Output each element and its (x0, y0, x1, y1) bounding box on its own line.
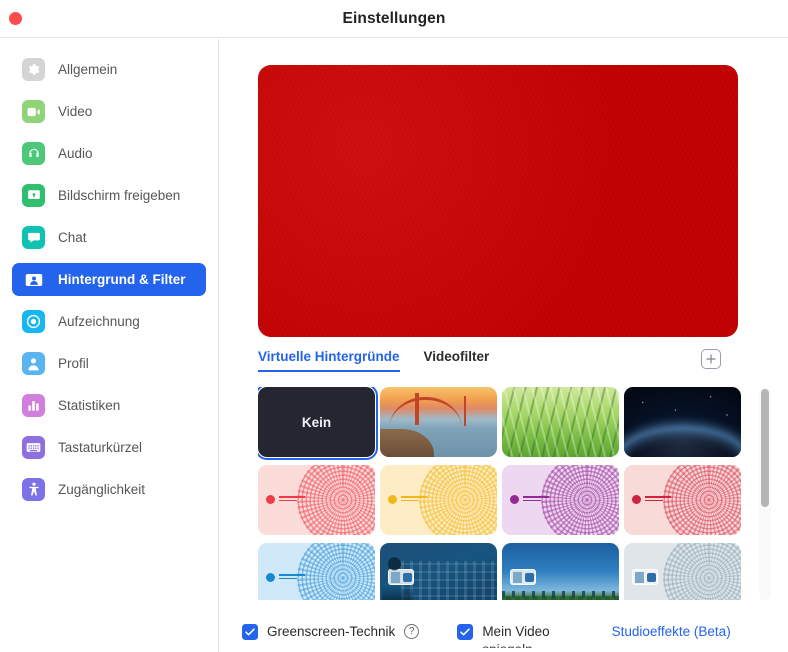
institution-wordmark (279, 496, 305, 503)
check-icon (245, 627, 255, 635)
sidebar-item-label: Video (58, 104, 93, 119)
university-seal-graphic (663, 543, 741, 600)
sidebar-item-aufzeichnung[interactable]: Aufzeichnung (12, 305, 206, 338)
institution-wordmark (279, 574, 305, 581)
institution-logo-icon (266, 573, 275, 582)
background-thumb-campus-building-blue[interactable] (380, 543, 497, 600)
my-video-sublabel: spiegeln (482, 642, 532, 648)
page-title: Einstellungen (342, 10, 446, 27)
sidebar-item-audio[interactable]: Audio (12, 137, 206, 170)
background-thumb-university-seal-gold[interactable] (380, 465, 497, 535)
greenscreen-option: Greenscreen-Technik ? (242, 623, 420, 640)
background-grid: Kein (258, 387, 753, 600)
sidebar-item-label: Chat (58, 230, 87, 245)
sidebar-item-label: Hintergrund & Filter (58, 272, 186, 287)
institution-logo-icon (510, 495, 519, 504)
institution-badge-icon (632, 569, 658, 585)
sidebar-item-label: Bildschirm freigeben (58, 188, 181, 203)
sidebar-item-label: Aufzeichnung (58, 314, 140, 329)
preview-grain (258, 65, 738, 337)
university-seal-graphic (541, 465, 619, 535)
university-seal-graphic (297, 465, 375, 535)
person-icon (22, 352, 45, 375)
help-icon[interactable]: ? (404, 624, 420, 639)
gear-icon (22, 58, 45, 81)
institution-logo-icon (266, 495, 275, 504)
tab-virtuelle-hintergruende[interactable]: Virtuelle Hintergründe (258, 349, 400, 372)
background-thumb-none[interactable]: Kein (258, 387, 378, 460)
background-person-icon (22, 268, 45, 291)
bar-chart-icon (22, 394, 45, 417)
bridge-landmass (380, 429, 434, 457)
sidebar-item-chat[interactable]: Chat (12, 221, 206, 254)
share-screen-icon (22, 184, 45, 207)
background-thumb-grass-dew[interactable] (502, 387, 619, 457)
background-thumb-university-seal-lightblue[interactable] (258, 543, 375, 600)
video-preview (258, 65, 738, 337)
sidebar-item-allgemein[interactable]: Allgemein (12, 53, 206, 86)
institution-badge-icon (510, 569, 536, 585)
background-tabs: Virtuelle Hintergründe Videofilter (258, 349, 750, 377)
background-options-footer: Greenscreen-Technik ? Mein Video spiegel… (220, 611, 788, 652)
background-grid-viewport: Kein (258, 387, 753, 600)
institution-wordmark (523, 496, 549, 503)
add-background-button[interactable] (701, 349, 721, 369)
university-seal-graphic (297, 543, 375, 600)
background-thumb-university-seal-red[interactable] (258, 465, 375, 535)
background-thumb-university-seal-grey[interactable] (624, 543, 741, 600)
sidebar-item-bildschirm-freigeben[interactable]: Bildschirm freigeben (12, 179, 206, 212)
studio-effects-link[interactable]: Studioeffekte (Beta) (612, 624, 731, 639)
greenscreen-label: Greenscreen-Technik (267, 624, 396, 639)
sidebar-item-label: Allgemein (58, 62, 118, 77)
settings-sidebar: Allgemein Video Audio Bildschirm freigeb… (0, 39, 219, 652)
university-seal-graphic (663, 465, 741, 535)
institution-wordmark (645, 496, 671, 503)
plus-icon (706, 354, 716, 364)
my-video-option: Mein Video spiegeln (457, 623, 550, 648)
sidebar-item-label: Tastaturkürzel (58, 440, 143, 455)
tab-videofilter[interactable]: Videofilter (424, 349, 490, 370)
sidebar-item-label: Profil (58, 356, 89, 371)
sidebar-item-tastaturkuerzel[interactable]: Tastaturkürzel (12, 431, 206, 464)
video-icon (22, 100, 45, 123)
my-video-checkbox[interactable] (457, 623, 474, 640)
greenscreen-checkbox[interactable] (242, 623, 258, 640)
keyboard-icon (22, 436, 45, 459)
sidebar-item-profil[interactable]: Profil (12, 347, 206, 380)
sidebar-item-label: Zugänglichkeit (58, 482, 146, 497)
background-thumb-city-skyline-blue[interactable] (502, 543, 619, 600)
accessibility-icon (22, 478, 45, 501)
institution-logo-icon (388, 495, 397, 504)
sidebar-item-hintergrund-filter[interactable]: Hintergrund & Filter (12, 263, 206, 296)
background-thumb-golden-gate-bridge[interactable] (380, 387, 497, 457)
my-video-label: Mein Video (482, 624, 550, 639)
record-icon (22, 310, 45, 333)
check-icon (460, 627, 471, 635)
institution-wordmark (401, 496, 427, 503)
window-titlebar: Einstellungen (0, 0, 788, 38)
background-thumb-university-seal-purple[interactable] (502, 465, 619, 535)
background-thumb-label: Kein (301, 414, 332, 430)
sidebar-item-label: Statistiken (58, 398, 121, 413)
institution-badge-icon (388, 569, 414, 585)
chat-bubble-icon (22, 226, 45, 249)
university-seal-graphic (419, 465, 497, 535)
headphones-icon (22, 142, 45, 165)
sidebar-item-statistiken[interactable]: Statistiken (12, 389, 206, 422)
sidebar-item-video[interactable]: Video (12, 95, 206, 128)
sidebar-item-label: Audio (58, 146, 93, 161)
background-thumb-university-seal-crimson[interactable] (624, 465, 741, 535)
settings-main-panel: Virtuelle Hintergründe Videofilter Kein (220, 39, 788, 652)
sidebar-item-zugaenglichkeit[interactable]: Zugänglichkeit (12, 473, 206, 506)
scrollbar-thumb[interactable] (761, 389, 769, 507)
background-grid-scrollbar[interactable] (759, 387, 771, 600)
background-thumb-earth-from-space[interactable] (624, 387, 741, 457)
institution-logo-icon (632, 495, 641, 504)
